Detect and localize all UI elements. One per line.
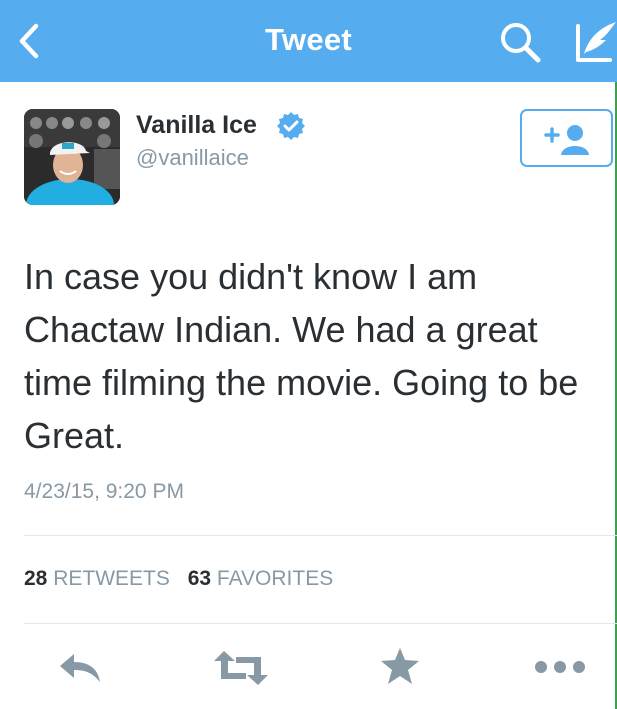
search-icon [501, 23, 541, 63]
retweet-icon [214, 651, 268, 685]
search-button[interactable] [498, 20, 544, 64]
tweet-timestamp: 4/23/15, 9:20 PM [24, 480, 184, 503]
favorites-stat[interactable]: 63 FAVORITES [188, 567, 334, 590]
avatar[interactable] [24, 109, 120, 205]
profile-photo-icon [24, 109, 120, 205]
author-name[interactable]: Vanilla Ice [136, 111, 257, 140]
favorites-count: 63 [187, 567, 212, 590]
author-handle[interactable]: @vanillaice [136, 145, 249, 171]
more-icon [535, 661, 585, 673]
reply-button[interactable] [58, 652, 104, 689]
retweets-stat[interactable]: 28 RETWEETS [24, 567, 170, 590]
favorite-button[interactable] [380, 647, 420, 690]
nav-bar: Tweet [0, 0, 617, 82]
star-icon [381, 648, 419, 684]
follow-user-icon [544, 125, 589, 155]
retweets-label: RETWEETS [53, 567, 170, 590]
more-button[interactable] [534, 659, 586, 680]
reply-icon [60, 654, 100, 682]
divider [24, 623, 617, 624]
favorites-label: FAVORITES [216, 567, 334, 590]
retweet-button[interactable] [214, 649, 268, 692]
compose-tweet-icon [576, 22, 616, 62]
tweet-stats: 28 RETWEETS 63 FAVORITES [24, 567, 345, 591]
follow-button[interactable] [520, 109, 613, 167]
retweets-count: 28 [24, 567, 48, 590]
compose-button[interactable] [574, 18, 617, 64]
verified-badge-icon [276, 111, 306, 141]
divider [24, 535, 617, 536]
tweet-text: In case you didn't know I am Chactaw Ind… [24, 256, 579, 456]
